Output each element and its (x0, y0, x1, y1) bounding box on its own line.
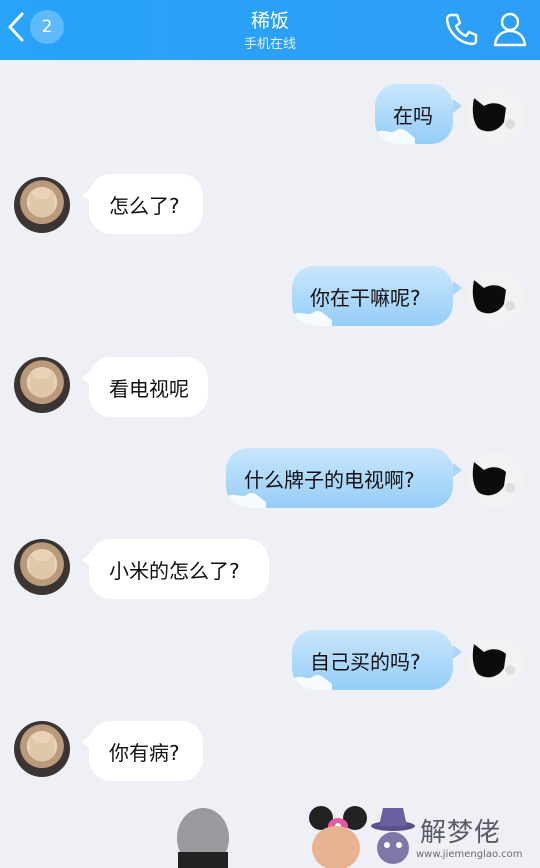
cat-avatar-icon (30, 553, 54, 579)
bubble-tail (453, 645, 462, 659)
wave-decoration (292, 674, 332, 690)
message-text: 你有病? (109, 740, 180, 765)
mouse-ears-character-icon (309, 806, 367, 868)
message-bubble-incoming[interactable]: 看电视呢 (82, 357, 208, 417)
message-bubble-outgoing[interactable]: 什么牌子的电视啊? (226, 448, 453, 508)
detective-logo-icon (371, 808, 415, 864)
message-text: 看电视呢 (109, 376, 189, 401)
cat-avatar-icon (30, 735, 54, 761)
message-bubble-incoming[interactable]: 你有病? (82, 721, 203, 781)
my-avatar[interactable] (468, 88, 524, 144)
watermark-url: www.jiemenglao.com (416, 849, 523, 860)
chat-header: 2 稀饭 手机在线 (0, 0, 540, 60)
contact-avatar[interactable] (14, 357, 70, 413)
wave-decoration (375, 128, 415, 144)
message-text: 怎么了? (109, 193, 180, 218)
phone-icon (445, 13, 478, 46)
gray-figure-icon (177, 808, 229, 868)
user-icon (493, 12, 527, 47)
black-cat-avatar-icon (472, 280, 515, 314)
bubble-tail (453, 463, 462, 477)
message-bubble-incoming[interactable]: 小米的怎么了? (82, 539, 269, 599)
message-bubble-outgoing[interactable]: 在吗 (375, 84, 453, 144)
black-cat-avatar-icon (472, 462, 515, 496)
my-avatar[interactable] (468, 634, 524, 690)
black-cat-avatar-icon (472, 644, 515, 678)
wave-decoration (292, 310, 332, 326)
contact-avatar[interactable] (14, 721, 70, 777)
bubble-tail (453, 99, 462, 113)
contact-avatar[interactable] (14, 177, 70, 233)
cat-avatar-icon (30, 191, 54, 217)
wave-decoration (226, 492, 266, 508)
message-text: 小米的怎么了? (109, 558, 240, 583)
profile-button[interactable] (492, 10, 528, 48)
cat-avatar-icon (30, 371, 54, 397)
my-avatar[interactable] (468, 452, 524, 508)
contact-avatar[interactable] (14, 539, 70, 595)
message-bubble-outgoing[interactable]: 你在干嘛呢? (292, 266, 453, 326)
message-bubble-outgoing[interactable]: 自己买的吗? (292, 630, 453, 690)
watermark-brand: 解梦佬 (420, 818, 502, 848)
call-button[interactable] (442, 10, 480, 48)
my-avatar[interactable] (468, 270, 524, 326)
message-bubble-incoming[interactable]: 怎么了? (82, 174, 203, 234)
black-cat-avatar-icon (472, 98, 515, 132)
bubble-tail (453, 281, 462, 295)
